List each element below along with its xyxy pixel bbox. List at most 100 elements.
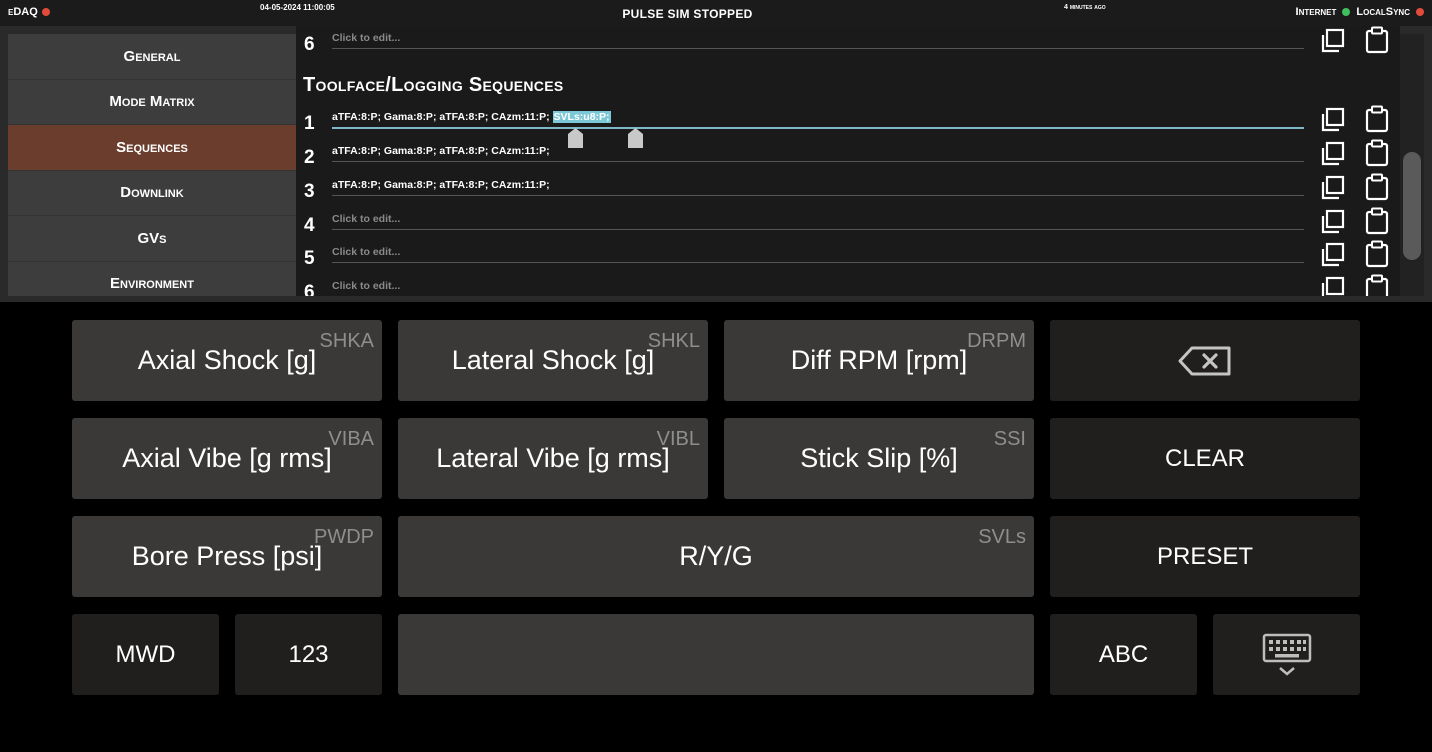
key-label: ABC bbox=[1098, 640, 1149, 668]
sequence-field[interactable]: aTFA:8:P; Gama:8:P; aTFA:8:P; CAzm:11:P; bbox=[332, 145, 550, 157]
paste-icon[interactable] bbox=[1364, 26, 1390, 54]
connection-status: Internet LocalSync bbox=[1296, 6, 1424, 18]
sequence-text: aTFA:8:P; Gama:8:P; aTFA:8:P; CAzm:11:P; bbox=[332, 111, 553, 123]
sidebar-item-general[interactable]: General bbox=[8, 34, 296, 80]
sequence-field[interactable]: Click to edit... bbox=[332, 213, 400, 225]
sequences-content: 6 Click to edit... Toolface/Logging Sequ… bbox=[296, 26, 1400, 296]
key-lateral-shock[interactable]: Lateral Shock [g] SHKL bbox=[398, 320, 708, 401]
key-label: MWD bbox=[115, 640, 176, 668]
localsync-status-dot bbox=[1416, 8, 1424, 16]
settings-sidebar: General Mode Matrix Sequences Downlink G… bbox=[8, 34, 296, 296]
copy-icon[interactable] bbox=[1320, 107, 1346, 133]
numeric-mode-button[interactable]: 123 bbox=[235, 614, 382, 695]
internet-status-dot bbox=[1342, 8, 1351, 16]
row-number: 6 bbox=[304, 282, 315, 296]
section-title: Toolface/Logging Sequences bbox=[303, 74, 564, 96]
sequence-field[interactable]: Click to edit... bbox=[332, 32, 400, 44]
row-number: 6 bbox=[304, 34, 315, 55]
preset-button[interactable]: PRESET bbox=[1050, 516, 1360, 597]
copy-icon[interactable] bbox=[1320, 28, 1346, 54]
key-code: PWDP bbox=[314, 526, 374, 548]
sequence-field[interactable]: Click to edit... bbox=[332, 280, 400, 292]
key-axial-shock[interactable]: Axial Shock [g] SHKA bbox=[72, 320, 382, 401]
key-label: Bore Press [psi] bbox=[131, 541, 323, 571]
field-underline bbox=[332, 48, 1304, 49]
backspace-button[interactable] bbox=[1050, 320, 1360, 401]
key-code: SHKA bbox=[319, 330, 374, 352]
paste-icon[interactable] bbox=[1364, 139, 1390, 167]
key-label: R/Y/G bbox=[679, 541, 753, 571]
key-label: Axial Vibe [g rms] bbox=[122, 443, 332, 473]
selected-text: SVLs:u8:P; bbox=[552, 111, 611, 123]
sequence-row-1: 1 aTFA:8:P; Gama:8:P; aTFA:8:P; CAzm:11:… bbox=[296, 105, 1400, 148]
sequence-field[interactable]: Click to edit... bbox=[332, 246, 400, 258]
settings-panel: General Mode Matrix Sequences Downlink G… bbox=[0, 26, 1432, 302]
status-bar: eDAQ 04-05-2024 11:00:05 PULSE SIM STOPP… bbox=[0, 0, 1432, 26]
field-underline bbox=[332, 161, 1304, 162]
scrollbar-thumb[interactable] bbox=[1403, 152, 1421, 260]
key-label: Lateral Vibe [g rms] bbox=[436, 443, 670, 473]
last-update: 4 minutes ago bbox=[1064, 4, 1106, 11]
copy-icon[interactable] bbox=[1320, 242, 1346, 268]
sidebar-item-environment[interactable]: Environment bbox=[8, 262, 296, 297]
paste-icon[interactable] bbox=[1364, 105, 1390, 133]
key-label: Stick Slip [%] bbox=[800, 443, 958, 473]
field-underline bbox=[332, 262, 1304, 263]
key-label: PRESET bbox=[1156, 542, 1254, 570]
key-code: SHKL bbox=[647, 330, 700, 352]
copy-icon[interactable] bbox=[1320, 175, 1346, 201]
key-label: 123 bbox=[288, 640, 329, 668]
field-underline bbox=[332, 195, 1304, 196]
row-number: 4 bbox=[304, 215, 315, 236]
hide-keyboard-button[interactable] bbox=[1213, 614, 1360, 695]
sequence-row-6: 6 Click to edit... bbox=[296, 274, 1400, 296]
keyboard-hide-icon bbox=[1262, 633, 1311, 676]
key-label: Axial Shock [g] bbox=[137, 345, 317, 375]
key-label: CLEAR bbox=[1164, 444, 1246, 472]
paste-icon[interactable] bbox=[1364, 207, 1390, 235]
key-axial-vibe[interactable]: Axial Vibe [g rms] VIBA bbox=[72, 418, 382, 499]
copy-icon[interactable] bbox=[1320, 141, 1346, 167]
scrollbar[interactable] bbox=[1400, 34, 1424, 296]
backspace-icon bbox=[1178, 346, 1231, 375]
sim-status: PULSE SIM STOPPED bbox=[622, 7, 753, 21]
key-code: SSI bbox=[993, 428, 1026, 450]
key-bore-press[interactable]: Bore Press [psi] PWDP bbox=[72, 516, 382, 597]
key-code: SVLs bbox=[978, 526, 1026, 548]
clear-button[interactable]: CLEAR bbox=[1050, 418, 1360, 499]
paste-icon[interactable] bbox=[1364, 240, 1390, 268]
sidebar-item-downlink[interactable]: Downlink bbox=[8, 171, 296, 216]
key-stick-slip[interactable]: Stick Slip [%] SSI bbox=[724, 418, 1034, 499]
sequence-row-5: 5 Click to edit... bbox=[296, 240, 1400, 274]
prev-sequence-row-6: 6 Click to edit... bbox=[296, 26, 1400, 60]
copy-icon[interactable] bbox=[1320, 276, 1346, 296]
sequence-row-3: 3 aTFA:8:P; Gama:8:P; aTFA:8:P; CAzm:11:… bbox=[296, 173, 1400, 207]
key-ryg[interactable]: R/Y/G SVLs bbox=[398, 516, 1034, 597]
localsync-label: LocalSync bbox=[1356, 6, 1410, 18]
space-bar[interactable] bbox=[398, 614, 1034, 695]
sidebar-item-gvs[interactable]: GVs bbox=[8, 216, 296, 262]
field-underline bbox=[332, 229, 1304, 230]
key-label: Diff RPM [rpm] bbox=[790, 345, 968, 375]
paste-icon[interactable] bbox=[1364, 274, 1390, 296]
paste-icon[interactable] bbox=[1364, 173, 1390, 201]
sequence-field[interactable]: aTFA:8:P; Gama:8:P; aTFA:8:P; CAzm:11:P;… bbox=[332, 111, 611, 123]
key-code: VIBA bbox=[328, 428, 374, 450]
key-diff-rpm[interactable]: Diff RPM [rpm] DRPM bbox=[724, 320, 1034, 401]
sequence-row-2: 2 aTFA:8:P; Gama:8:P; aTFA:8:P; CAzm:11:… bbox=[296, 139, 1400, 173]
row-number: 1 bbox=[304, 113, 315, 134]
mwd-mode-button[interactable]: MWD bbox=[72, 614, 219, 695]
sequence-field[interactable]: aTFA:8:P; Gama:8:P; aTFA:8:P; CAzm:11:P; bbox=[332, 179, 550, 191]
row-number: 3 bbox=[304, 181, 315, 202]
internet-label: Internet bbox=[1295, 6, 1337, 18]
key-lateral-vibe[interactable]: Lateral Vibe [g rms] VIBL bbox=[398, 418, 708, 499]
field-underline-active bbox=[332, 127, 1304, 129]
copy-icon[interactable] bbox=[1320, 209, 1346, 235]
sidebar-item-sequences[interactable]: Sequences bbox=[8, 125, 296, 171]
abc-mode-button[interactable]: ABC bbox=[1050, 614, 1197, 695]
key-code: VIBL bbox=[656, 428, 700, 450]
row-number: 5 bbox=[304, 248, 315, 269]
row-number: 2 bbox=[304, 147, 315, 168]
sequence-row-4: 4 Click to edit... bbox=[296, 207, 1400, 241]
sidebar-item-mode-matrix[interactable]: Mode Matrix bbox=[8, 80, 296, 125]
